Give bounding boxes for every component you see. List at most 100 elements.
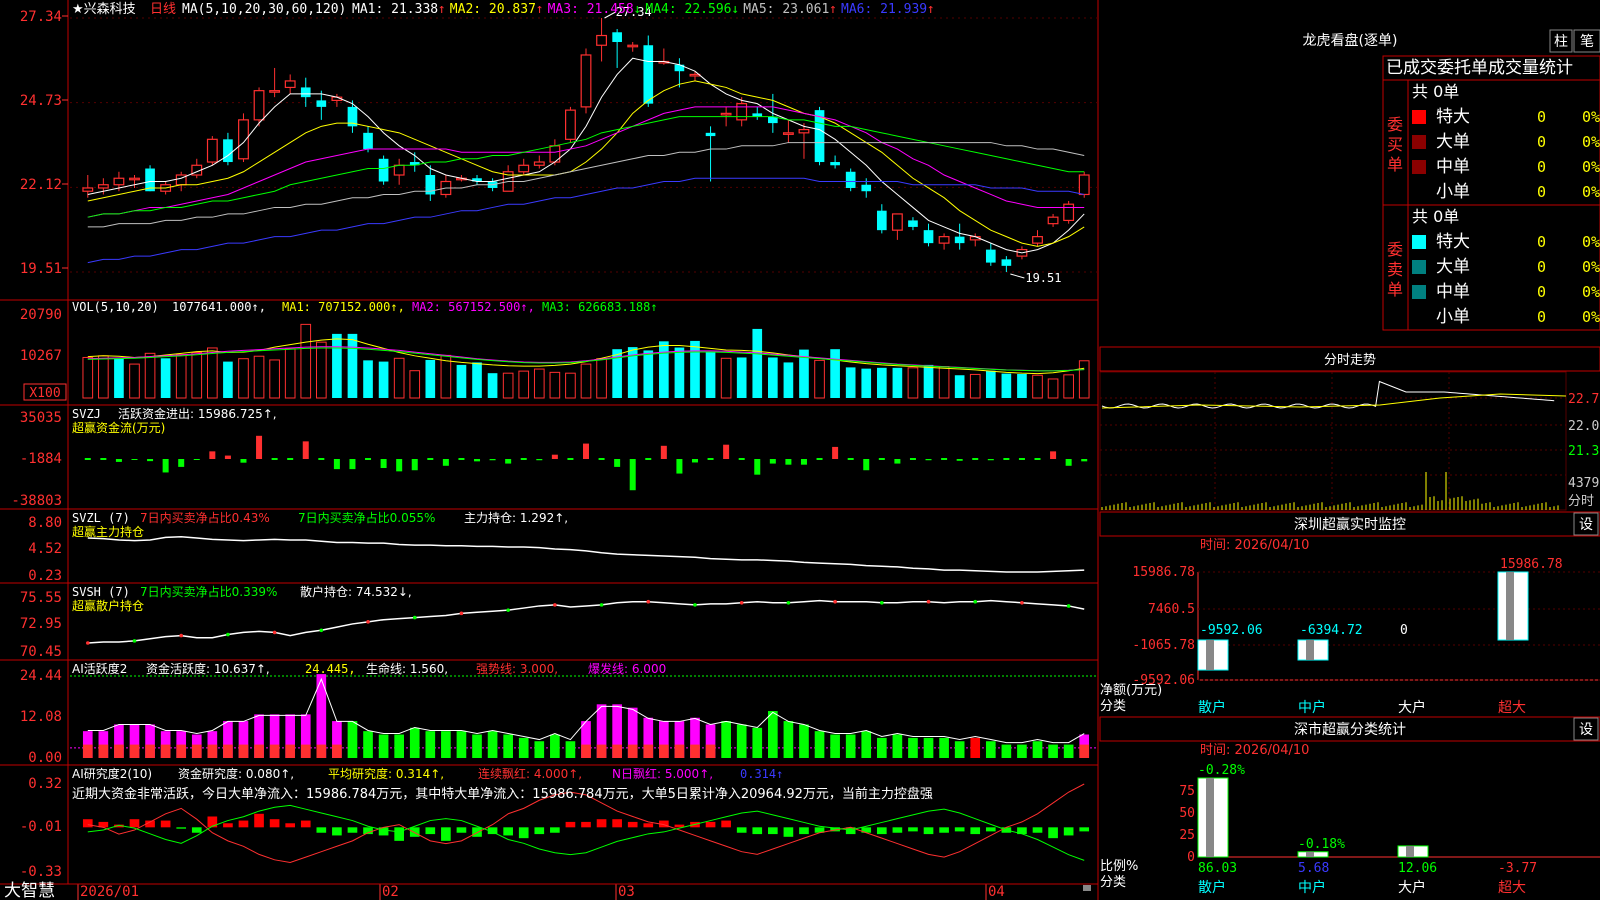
classify-bar-shade (1306, 851, 1314, 857)
candle (752, 106, 763, 120)
volume-bar (378, 361, 389, 398)
ai2-bar (954, 827, 965, 832)
ai1-bar (565, 741, 576, 758)
ai2-axis-tick: -0.01 (20, 819, 62, 835)
ai1-bar-base (332, 744, 342, 758)
candle-body (627, 44, 639, 48)
svsh-dot (412, 615, 417, 620)
ai1-bar (783, 721, 794, 758)
volume-ma-line (87, 338, 1085, 375)
ai1-axis-tick: 12.08 (20, 709, 62, 725)
sell-row-pct: 0% (1582, 283, 1600, 301)
monitor-bar-shade (1306, 640, 1314, 661)
ai1-bar-base (176, 744, 187, 758)
svzj-bar (349, 459, 356, 470)
buy-row-value: 0 (1537, 158, 1546, 176)
ai2-bar (1048, 827, 1058, 839)
monitor-category: 大户 (1398, 699, 1426, 716)
ai2-bar (316, 827, 327, 833)
panel-title: 龙虎看盘(逐单) (1303, 32, 1398, 49)
volume-bar (752, 328, 763, 398)
ai1-bar-base (82, 744, 93, 758)
volume-bar (253, 355, 265, 399)
svzj-bar (1065, 459, 1072, 466)
svsh-dot (272, 630, 277, 635)
candle-body (1001, 259, 1012, 266)
ai2-bar (985, 827, 996, 832)
ai2-bar (643, 823, 654, 828)
ai1-bar (876, 737, 887, 758)
ma-value: MA6: 21.939 (841, 2, 927, 17)
ai2-bar (1079, 827, 1090, 832)
ai1-bar-base (690, 744, 700, 758)
ma-value: MA5: 23.061 (743, 2, 829, 17)
volume-bar (596, 358, 607, 399)
terminal-root: 27.34 19.51 27.34 24.73 22.12 19.51 ★兴森科技 日线 MA(… (0, 0, 1600, 900)
vol-axis-tick: 20790 (20, 307, 62, 323)
candle-body (891, 213, 903, 231)
monitor-axis-tick: 15986.78 (1132, 565, 1195, 580)
svzj-bar (131, 459, 138, 460)
ai1-series (82, 674, 1090, 758)
volume-bar (907, 367, 919, 399)
ma-arrow: ↓ (633, 2, 641, 17)
svsh-dot (179, 633, 183, 638)
ai1-bar (363, 731, 373, 758)
volume-bar (300, 323, 312, 399)
ai2-bar (191, 827, 202, 833)
ai2-bar (441, 827, 451, 841)
candle-body (689, 73, 701, 77)
date-axis-tick: 04 (988, 884, 1005, 900)
ai2-bar (300, 820, 311, 828)
sell-row-pct: 0% (1582, 308, 1600, 326)
ai2-bar (705, 821, 716, 828)
candle-body (363, 132, 373, 150)
buy-vertical-label: 买 (1387, 135, 1403, 154)
svzj-bar (660, 445, 667, 459)
sell-vertical-label: 单 (1387, 280, 1403, 299)
candle (472, 175, 482, 185)
svzj-name: SVZJ (72, 407, 101, 421)
volume-bar (1001, 373, 1012, 398)
volume-bar (456, 364, 467, 398)
volume-bar (207, 347, 218, 399)
ai1-bar (487, 731, 498, 758)
svzj-bar (800, 459, 807, 465)
svzj-bar (1081, 459, 1088, 462)
svsh-dot (646, 599, 651, 604)
vol-ma3: MA3: 626683.188↑ (542, 300, 658, 314)
sell-vertical-label: 卖 (1387, 260, 1403, 279)
svzj-bar (894, 459, 901, 464)
vol-value: 1077641.000↑, (172, 300, 266, 314)
svzj-axis-tick: 35035 (20, 410, 62, 426)
ma-arrow: ↓ (731, 2, 739, 17)
volume-bar (393, 357, 405, 399)
buy-row-name: 特大 (1436, 107, 1470, 127)
ai2-comment: 近期大资金非常活跃，今日大单净流入：15986.784万元，其中特大单净流入：1… (72, 786, 933, 802)
monitor-bar-shade (1506, 572, 1514, 640)
svzj-bar (489, 459, 496, 461)
candle (393, 158, 405, 185)
candle-body (129, 177, 140, 181)
volume-bar (892, 367, 903, 398)
monitor-date: 时间: 2026/04/10 (1200, 538, 1309, 553)
svsh-subtitle: 超赢散户持仓 (72, 598, 144, 613)
candle (425, 165, 436, 201)
candle-body (533, 161, 545, 166)
volume-bar (238, 358, 249, 399)
ai2-bar (503, 827, 513, 836)
ai2-bar (425, 827, 436, 835)
sell-row-name: 小单 (1436, 307, 1470, 327)
ai2-axis-tick: 0.32 (28, 776, 62, 792)
vol-ma1: MA1: 707152.000↑, (282, 300, 405, 314)
main-chart-area[interactable]: 27.3419.51 27.34 24.73 22.12 19.51 ★兴森科技 日线 MA(… (0, 0, 1600, 900)
ai2-t3: 连续飘红: 4.000↑, (478, 766, 582, 781)
ai2-bar (456, 827, 467, 833)
volume-bar (549, 371, 561, 399)
monitor-category: 散户 (1198, 699, 1226, 716)
ai2-bar (223, 823, 233, 828)
ai1-bar (1063, 744, 1074, 758)
sell-vertical-label: 委 (1387, 240, 1403, 259)
ai1-t2: 24.445, (305, 662, 356, 676)
svsh-dot (1020, 600, 1024, 605)
